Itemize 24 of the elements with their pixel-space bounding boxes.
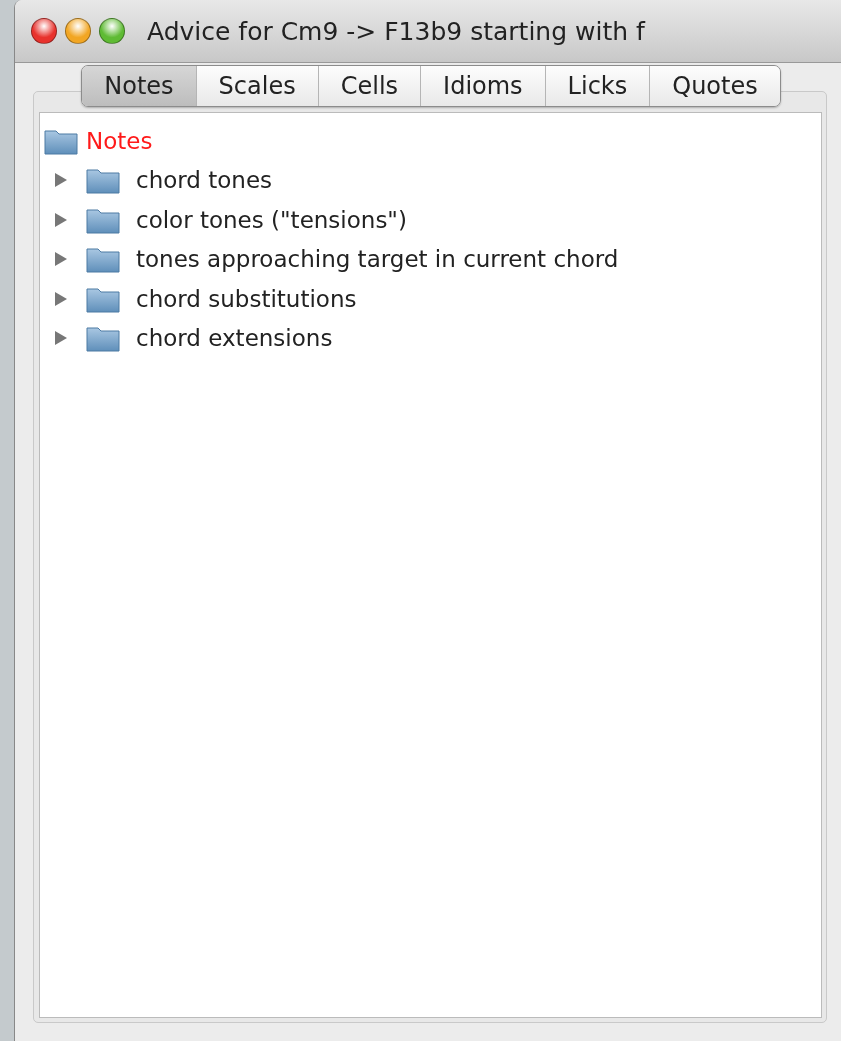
tree-item[interactable]: chord substitutions <box>136 285 357 312</box>
minimize-button[interactable] <box>65 18 91 44</box>
collapsed-triangle-icon[interactable] <box>54 211 68 228</box>
folder-icon <box>86 245 120 274</box>
tree-item[interactable]: Notes <box>86 127 153 154</box>
tab[interactable]: Quotes <box>650 66 780 106</box>
tab[interactable]: Cells <box>318 66 422 106</box>
folder-icon <box>86 324 120 353</box>
window-title: Advice for Cm9 -> F13b9 starting with f <box>147 16 645 46</box>
tab[interactable]: Notes <box>82 66 197 106</box>
collapsed-triangle-icon[interactable] <box>54 290 68 307</box>
folder-icon <box>86 166 120 195</box>
zoom-button[interactable] <box>99 18 125 44</box>
tree-item[interactable]: color tones ("tensions") <box>136 206 407 233</box>
tab[interactable]: Licks <box>545 66 651 106</box>
tree-item[interactable]: chord tones <box>136 167 273 194</box>
tab[interactable]: Scales <box>196 66 319 106</box>
collapsed-triangle-icon[interactable] <box>54 172 68 189</box>
tree-item[interactable]: tones approaching target in current chord <box>136 246 619 273</box>
collapsed-triangle-icon[interactable] <box>54 251 68 268</box>
tab[interactable]: Idioms <box>421 66 546 106</box>
tree-item[interactable]: chord extensions <box>136 325 333 352</box>
collapsed-triangle-icon[interactable] <box>54 330 68 347</box>
close-button[interactable] <box>31 18 57 44</box>
